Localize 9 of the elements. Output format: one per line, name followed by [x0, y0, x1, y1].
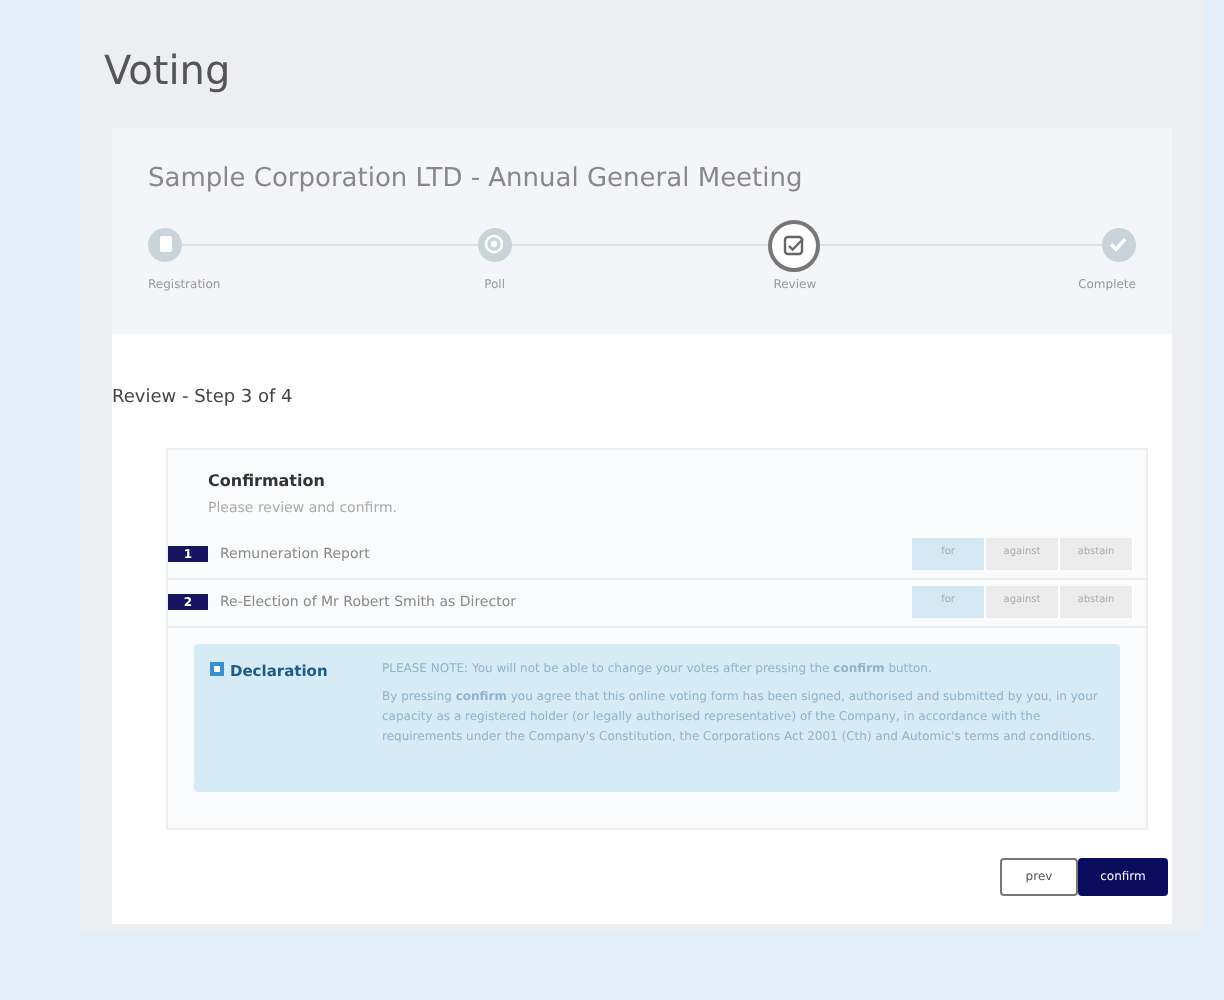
declaration-checkbox[interactable]: [210, 661, 224, 675]
check-icon: [1108, 234, 1129, 254]
checkbox-icon: [782, 233, 807, 257]
step-heading: Review - Step 3 of 4: [112, 385, 295, 411]
target-icon: [484, 234, 505, 254]
meeting-title: Sample Corporation LTD - Annual General Meeting: [148, 162, 805, 198]
page-title: Voting: [104, 44, 233, 98]
document-icon: [155, 234, 175, 254]
confirmation-title: Confirmation: [208, 470, 327, 494]
